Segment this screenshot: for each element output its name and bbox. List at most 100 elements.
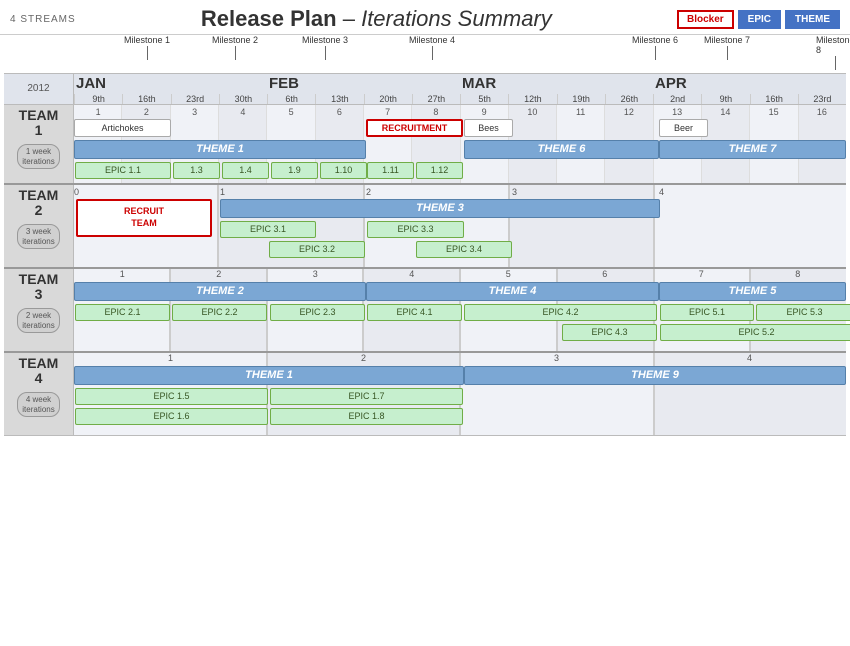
mar-12: 12th	[508, 94, 556, 104]
team-3-content: 1 2 3 4 5 6 7 8 THEME 2 THEME 4 THEME 5 …	[74, 269, 846, 351]
t4-epic15: EPIC 1.5	[75, 388, 268, 405]
team-2-label: TEAM2 3 weekiterations	[4, 185, 74, 267]
header: 4 STREAMS Release Plan – Iterations Summ…	[0, 0, 850, 35]
title-main: Release Plan	[201, 6, 337, 31]
t1-theme1: THEME 1	[74, 140, 366, 159]
mar-5: 5th	[460, 94, 508, 104]
team-1-iter-badge: 1 weekiterations	[17, 144, 59, 169]
t3-epic22: EPIC 2.2	[172, 304, 267, 321]
t3-epic23: EPIC 2.3	[270, 304, 365, 321]
t3-epic53: EPIC 5.3	[756, 304, 850, 321]
t2-epic32: EPIC 3.2	[269, 241, 365, 258]
t4-theme9: THEME 9	[464, 366, 846, 385]
team-3-row: TEAM3 2 weekiterations 1 2	[4, 269, 846, 353]
t1-epic111: 1.11	[367, 162, 414, 179]
milestone-4: Milestone 4	[409, 35, 455, 60]
team-4-name: TEAM4	[19, 356, 59, 387]
team-2-row: TEAM2 3 weekiterations 0 1 2 3 4	[4, 185, 846, 269]
apr-dates: 2nd 9th 16th 23rd	[653, 94, 846, 104]
month-jan: JAN 9th 16th 23rd 30th	[74, 74, 267, 104]
t3-epic43: EPIC 4.3	[562, 324, 657, 341]
team-2-name: TEAM2	[19, 188, 59, 219]
team-1-name: TEAM1	[19, 108, 59, 139]
title-dash: –	[343, 6, 361, 31]
t4-theme1: THEME 1	[74, 366, 464, 385]
t4-epic17: EPIC 1.7	[270, 388, 463, 405]
title-sub: Iterations Summary	[361, 6, 552, 31]
t3-epic21: EPIC 2.1	[75, 304, 170, 321]
streams-label: 4 STREAMS	[10, 14, 76, 25]
milestone-7: Milestone 7	[704, 35, 750, 60]
jan-16: 16th	[122, 94, 170, 104]
team-1-iter-nums: 1 2 3 4 5 6 7 8 9 10 11 12 13 14 15 16	[74, 107, 846, 117]
month-mar: MAR 5th 12th 19th 26th	[460, 74, 653, 104]
date-header: 2012 JAN 9th 16th 23rd 30th FEB 6th 13th…	[4, 73, 846, 105]
t3-theme4: THEME 4	[366, 282, 659, 301]
team-3-iter-badge: 2 weekiterations	[17, 308, 59, 333]
month-feb: FEB 6th 13th 20th 27th	[267, 74, 460, 104]
t2-epic34: EPIC 3.4	[416, 241, 512, 258]
t1-theme6: THEME 6	[464, 140, 659, 159]
team-4-label: TEAM4 4 weekiterations	[4, 353, 74, 435]
apr-9: 9th	[701, 94, 749, 104]
year-label: 2012	[4, 74, 74, 104]
t3-theme5: THEME 5	[659, 282, 846, 301]
month-feb-label: FEB	[267, 74, 460, 94]
milestone-6: Milestone 6	[632, 35, 678, 60]
t1-epic11: EPIC 1.1	[75, 162, 171, 179]
epic-button[interactable]: EPIC	[738, 10, 781, 29]
milestone-2: Milestone 2	[212, 35, 258, 60]
team-3-label: TEAM3 2 weekiterations	[4, 269, 74, 351]
month-jan-label: JAN	[74, 74, 267, 94]
jan-30: 30th	[219, 94, 267, 104]
team-2-content: 0 1 2 3 4 RECRUITTEAM THEME 3 EPIC 3.1 E…	[74, 185, 846, 267]
team-3-iter-nums: 1 2 3 4 5 6 7 8	[74, 269, 846, 279]
feb-13: 13th	[315, 94, 363, 104]
milestones-row: Milestone 1 Milestone 2 Milestone 3 Mile…	[74, 35, 846, 73]
t1-epic13: 1.3	[173, 162, 220, 179]
team-3-name: TEAM3	[19, 272, 59, 303]
team-1-row: TEAM1 1 weekiterations	[4, 105, 846, 185]
t1-theme7: THEME 7	[659, 140, 846, 159]
month-mar-label: MAR	[460, 74, 653, 94]
t1-epic112: 1.12	[416, 162, 463, 179]
t1-feature-bees: Bees	[464, 119, 513, 137]
blocker-button[interactable]: Blocker	[677, 10, 734, 29]
team-4-content: 1 2 3 4 THEME 1 THEME 9 EPIC 1.5 EPIC 1.…	[74, 353, 846, 435]
t1-feature-artichokes: Artichokes	[74, 119, 171, 137]
t3-epic41: EPIC 4.1	[367, 304, 462, 321]
milestone-3: Milestone 3	[302, 35, 348, 60]
t3-epic42: EPIC 4.2	[464, 304, 657, 321]
t2-epic33: EPIC 3.3	[367, 221, 464, 238]
jan-9: 9th	[74, 94, 122, 104]
team-4-iter-nums: 1 2 3 4	[74, 353, 846, 363]
feb-20: 20th	[364, 94, 412, 104]
page: 4 STREAMS Release Plan – Iterations Summ…	[0, 0, 850, 646]
milestone-1: Milestone 1	[124, 35, 170, 60]
feb-6: 6th	[267, 94, 315, 104]
t1-epic110: 1.10	[320, 162, 367, 179]
t4-epic18: EPIC 1.8	[270, 408, 463, 425]
team-2-iter-badge: 3 weekiterations	[17, 224, 59, 249]
t3-epic52: EPIC 5.2	[660, 324, 850, 341]
apr-2: 2nd	[653, 94, 701, 104]
team-1-content: 1 2 3 4 5 6 7 8 9 10 11 12 13 14 15 16	[74, 105, 846, 183]
milestone-8: Milestone 8	[816, 35, 850, 70]
t3-epic51: EPIC 5.1	[660, 304, 754, 321]
theme-button[interactable]: THEME	[785, 10, 840, 29]
team-4-row: TEAM4 4 weekiterations 1 2 3 4 T	[4, 353, 846, 436]
legend-buttons: Blocker EPIC THEME	[677, 10, 840, 29]
t1-epic19: 1.9	[271, 162, 318, 179]
feb-dates: 6th 13th 20th 27th	[267, 94, 460, 104]
t2-theme3: THEME 3	[220, 199, 660, 218]
mar-19: 19th	[557, 94, 605, 104]
feb-27: 27th	[412, 94, 460, 104]
t4-epic16: EPIC 1.6	[75, 408, 268, 425]
jan-23: 23rd	[171, 94, 219, 104]
mar-26: 26th	[605, 94, 653, 104]
month-apr-label: APR	[653, 74, 846, 94]
t3-theme2: THEME 2	[74, 282, 366, 301]
t1-recruitment: RECRUITMENT	[366, 119, 463, 137]
mar-dates: 5th 12th 19th 26th	[460, 94, 653, 104]
t2-recruit-team: RECRUITTEAM	[76, 199, 212, 237]
